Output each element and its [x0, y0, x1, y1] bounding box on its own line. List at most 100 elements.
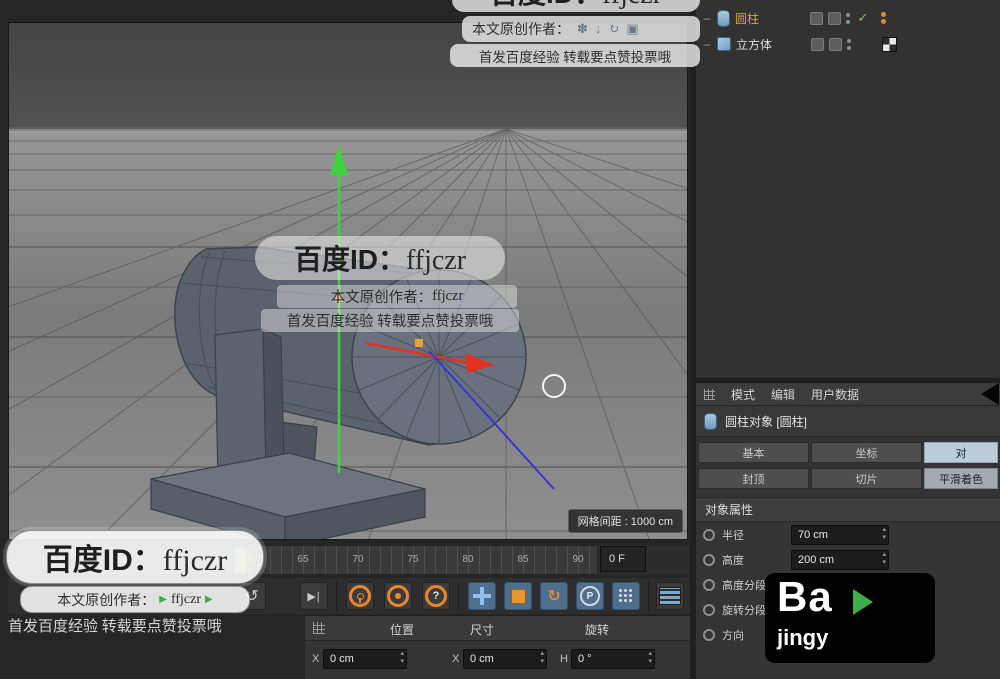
- tree-branch-icon: –: [703, 11, 711, 25]
- coordinate-panel: 位置 尺寸 旋转 X 0 cm ▴ ▾ X 0 cm ▴ ▾ H 0 ° ▴ ▾: [305, 615, 690, 679]
- position-x-value: 0 cm: [330, 653, 354, 665]
- rotation-h-value: 0 °: [578, 653, 592, 665]
- tick-label: 75: [407, 554, 419, 565]
- layer-chip[interactable]: [810, 11, 823, 25]
- keyframe-ring-icon[interactable]: [703, 628, 715, 641]
- parameter-icon: P: [580, 586, 600, 606]
- dot-icon: [395, 593, 401, 599]
- object-name-cylinder[interactable]: 圆柱: [735, 10, 805, 27]
- horizon-glow: [9, 129, 687, 133]
- badge-text-top: Ba: [777, 573, 833, 620]
- object-row-cube[interactable]: – 立方体: [696, 31, 1000, 57]
- tick-label: 85: [517, 554, 529, 565]
- height-input[interactable]: 200 cm ▴ ▾: [791, 549, 889, 570]
- object-header: 圆柱对象 [圆柱]: [696, 406, 1000, 437]
- refresh-icon: ↻: [608, 21, 620, 36]
- object-manager: – 圆柱 ✓ – 立方体: [696, 0, 1000, 378]
- parameter-key-button[interactable]: P: [576, 582, 604, 610]
- jingyan-badge-watermark: Ba jingy: [765, 573, 935, 663]
- watermark-center-author: 本文原创作者： ffjczr: [277, 285, 517, 308]
- object-row-cylinder[interactable]: – 圆柱 ✓: [696, 5, 1000, 31]
- badge-text-bottom: jingy: [777, 625, 829, 650]
- frame-counter[interactable]: 0 F: [600, 546, 646, 572]
- cinema4d-window: 网格间距 : 1000 cm – 圆柱 ✓ – 立方体 模式 编辑 用户数据 圆…: [0, 0, 1000, 679]
- visibility-dots[interactable]: [847, 38, 852, 50]
- radius-input[interactable]: 70 cm ▴ ▾: [791, 524, 889, 545]
- header-position[interactable]: 位置: [390, 621, 414, 638]
- position-x-input[interactable]: 0 cm ▴ ▾: [323, 649, 407, 669]
- enabled-check-icon[interactable]: ✓: [856, 10, 870, 26]
- stepper-icon[interactable]: ▴▾: [882, 526, 886, 542]
- stepper-icon[interactable]: ▴▾: [400, 650, 404, 666]
- visibility-dots[interactable]: [846, 12, 851, 24]
- badge-arrow-icon: [853, 589, 873, 615]
- property-label: 半径: [722, 529, 744, 542]
- layer-chip[interactable]: [811, 37, 824, 51]
- collapse-arrow-icon[interactable]: [981, 383, 999, 405]
- key-icon: [356, 592, 364, 603]
- record-keyframe-button[interactable]: [346, 582, 374, 610]
- tab-row-2: 封顶 切片 平滑着色: [698, 468, 998, 489]
- layer-chip[interactable]: [829, 37, 842, 51]
- watermark-center-footer: 首发百度经验 转载要点赞投票哦: [261, 309, 519, 332]
- texture-tag-icon[interactable]: [882, 36, 897, 52]
- size-x-value: 0 cm: [470, 653, 494, 665]
- tab-coordinates[interactable]: 坐标: [811, 442, 922, 463]
- menu-edit[interactable]: 编辑: [771, 386, 795, 403]
- stepper-icon[interactable]: ▴▾: [648, 650, 652, 666]
- watermark-top-footer: 首发百度经验 转载要点赞投票哦: [450, 44, 700, 67]
- rotation-key-button[interactable]: ↻: [540, 582, 568, 610]
- watermark-top-author: 本文原创作者： ✽ ↓ ↻ ▣: [462, 16, 700, 42]
- cube-icon: [717, 37, 731, 51]
- tab-basic[interactable]: 基本: [698, 442, 809, 463]
- header-rotation[interactable]: 旋转: [585, 621, 609, 638]
- gizmo-center-handle[interactable]: [415, 339, 423, 347]
- play-icon: ▶: [159, 594, 167, 605]
- tab-row-1: 基本 坐标 对: [698, 442, 998, 463]
- property-label: 高度: [722, 554, 744, 567]
- grid-spacing-label: 网格间距 : 1000 cm: [567, 509, 683, 533]
- section-object-properties: 对象属性: [696, 497, 1000, 522]
- scale-key-button[interactable]: [504, 582, 532, 610]
- toolbar-separator: [648, 581, 649, 611]
- stepper-icon[interactable]: ▴▾: [540, 650, 544, 666]
- pla-key-button[interactable]: [612, 582, 640, 610]
- property-height: 高度 200 cm ▴ ▾: [696, 547, 1000, 572]
- menu-mode[interactable]: 模式: [731, 386, 755, 403]
- keyframe-ring-icon[interactable]: [703, 528, 715, 541]
- keyframe-ring-icon[interactable]: [703, 603, 715, 616]
- tab-object[interactable]: 对: [924, 442, 998, 463]
- dots-grid-icon: [619, 589, 633, 603]
- tick-label: 65: [297, 554, 309, 565]
- header-size[interactable]: 尺寸: [470, 621, 494, 638]
- keyframe-selection-button[interactable]: ?: [422, 582, 450, 610]
- position-key-button[interactable]: [468, 582, 496, 610]
- scene-canvas[interactable]: [9, 23, 687, 539]
- rotation-h-input[interactable]: 0 ° ▴ ▾: [571, 649, 655, 669]
- autokey-button[interactable]: [384, 582, 412, 610]
- watermark-bottom-footer: 首发百度经验 转载要点赞投票哦: [8, 618, 222, 635]
- stepper-icon[interactable]: ▴▾: [882, 551, 886, 567]
- keyframe-ring-icon[interactable]: [703, 578, 715, 591]
- panel-grid-icon: [313, 622, 325, 634]
- menu-userdata[interactable]: 用户数据: [811, 386, 859, 403]
- download-icon: ↓: [594, 21, 602, 36]
- tab-slice[interactable]: 切片: [811, 468, 922, 489]
- goto-next-key-button[interactable]: ▶|: [300, 582, 328, 610]
- tab-phong[interactable]: 平滑着色: [924, 468, 998, 489]
- play-icon: ▶: [205, 594, 213, 605]
- tag-dots-icon[interactable]: [881, 12, 887, 24]
- keyframe-ring-icon[interactable]: [703, 553, 715, 566]
- axis-label: X: [452, 653, 460, 665]
- layer-chip[interactable]: [828, 11, 841, 25]
- tick-label: 70: [352, 554, 364, 565]
- tree-branch-icon: –: [703, 37, 711, 51]
- object-name-cube[interactable]: 立方体: [736, 36, 806, 53]
- folder-icon: ▣: [626, 21, 639, 36]
- tick-label: 90: [572, 554, 584, 565]
- viewport-3d[interactable]: 网格间距 : 1000 cm: [8, 22, 688, 540]
- rotate-icon: ↻: [547, 588, 561, 605]
- timeline-layers-button[interactable]: [656, 582, 684, 610]
- tab-caps[interactable]: 封顶: [698, 468, 809, 489]
- size-x-input[interactable]: 0 cm ▴ ▾: [463, 649, 547, 669]
